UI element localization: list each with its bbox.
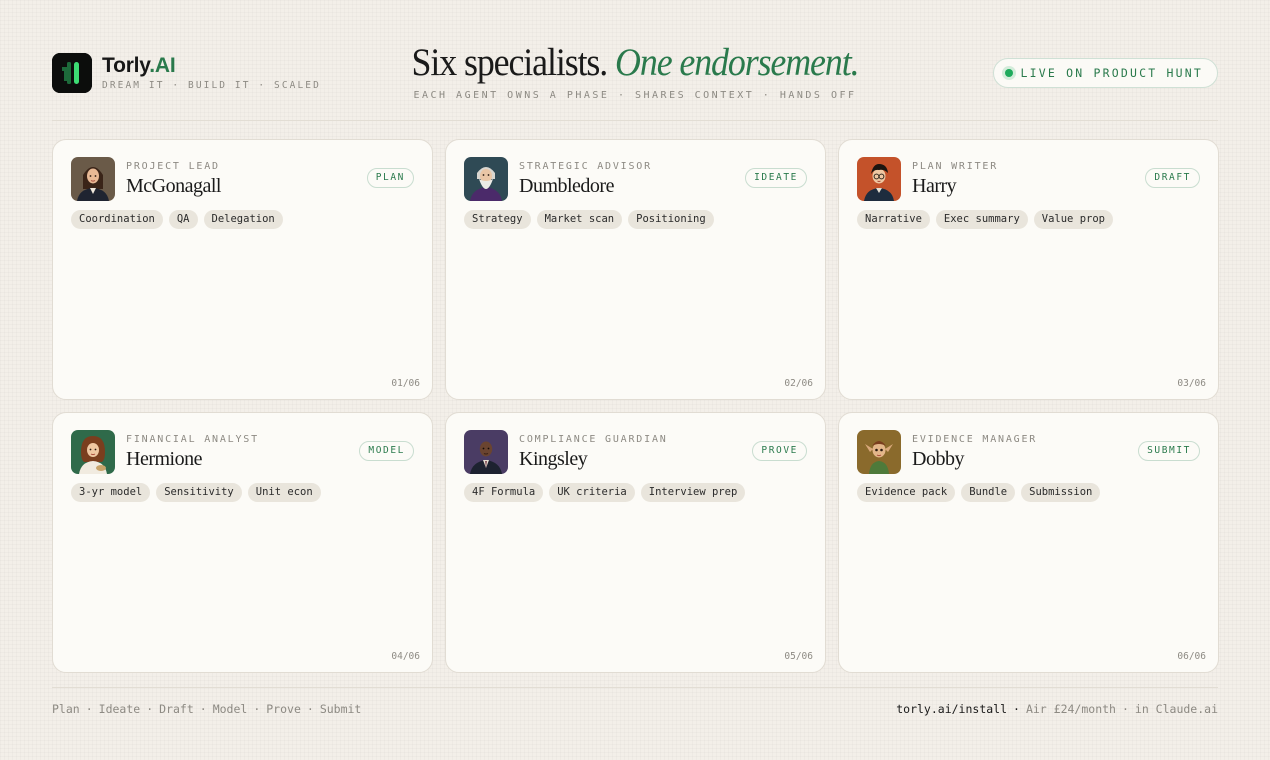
skill-tag: QA	[168, 210, 198, 229]
phase-badge-model: MODEL	[359, 441, 414, 461]
skill-tags: Evidence pack Bundle Submission	[857, 483, 1101, 502]
agent-card-harry[interactable]: PLAN WRITER Harry DRAFT Narrative Exec s…	[838, 139, 1219, 400]
separator: ·	[1121, 702, 1129, 716]
live-status-dot-icon	[1004, 69, 1013, 77]
agent-name: Dobby	[912, 448, 964, 470]
agent-role: STRATEGIC ADVISOR	[519, 161, 652, 172]
skill-tag: Interview prep	[640, 483, 746, 502]
agent-grid: PROJECT LEAD McGonagall PLAN Coordinatio…	[52, 139, 1219, 673]
agent-index: 01/06	[391, 378, 420, 389]
agent-role: PROJECT LEAD	[126, 161, 220, 172]
skill-tag: Delegation	[203, 210, 283, 229]
skill-tag: Market scan	[536, 210, 623, 229]
phase-item: Ideate	[98, 702, 141, 716]
phase-item: Model	[212, 702, 248, 716]
price-text: Air £24/month	[1025, 702, 1116, 716]
skill-tags: Coordination QA Delegation	[71, 210, 283, 229]
hermione-avatar	[71, 430, 115, 474]
separator: ·	[1013, 702, 1020, 716]
skill-tag: Submission	[1021, 483, 1101, 502]
separator: ·	[306, 702, 314, 716]
agent-name: Hermione	[126, 448, 202, 470]
live-badge-label: LIVE ON PRODUCT HUNT	[1020, 66, 1203, 80]
skill-tag: Bundle	[961, 483, 1016, 502]
agent-role: FINANCIAL ANALYST	[126, 434, 259, 445]
phase-badge-ideate: IDEATE	[745, 168, 807, 188]
skill-tag: Value prop	[1033, 210, 1113, 229]
dobby-avatar	[857, 430, 901, 474]
agent-card-hermione[interactable]: FINANCIAL ANALYST Hermione MODEL 3-yr mo…	[52, 412, 433, 673]
agent-index: 06/06	[1177, 651, 1206, 662]
separator: ·	[199, 702, 207, 716]
install-link[interactable]: torly.ai/install	[896, 702, 1007, 716]
skill-tag: Evidence pack	[857, 483, 956, 502]
agent-role: PLAN WRITER	[912, 161, 999, 172]
agent-index: 03/06	[1177, 378, 1206, 389]
agent-role: COMPLIANCE GUARDIAN	[519, 434, 668, 445]
kingsley-avatar	[464, 430, 508, 474]
agent-name: Kingsley	[519, 448, 588, 470]
phase-badge-plan: PLAN	[366, 168, 414, 188]
skill-tag: 4F Formula	[464, 483, 544, 502]
phase-badge-submit: SUBMIT	[1138, 441, 1200, 461]
phase-badge-prove: PROVE	[752, 441, 807, 461]
separator: ·	[85, 702, 93, 716]
install-info: torly.ai/install · Air £24/month · in Cl…	[896, 702, 1218, 716]
skill-tags: 3-yr model Sensitivity Unit econ	[71, 483, 321, 502]
agent-index: 04/06	[391, 651, 420, 662]
agent-index: 02/06	[784, 378, 813, 389]
agent-card-kingsley[interactable]: COMPLIANCE GUARDIAN Kingsley PROVE 4F Fo…	[445, 412, 826, 673]
phase-item: Plan	[52, 702, 80, 716]
skill-tags: 4F Formula UK criteria Interview prep	[464, 483, 746, 502]
phase-item: Draft	[159, 702, 194, 716]
agent-name: Harry	[912, 175, 957, 197]
skill-tag: Coordination	[71, 210, 163, 229]
skill-tag: UK criteria	[549, 483, 635, 502]
phase-list: Plan · Ideate · Draft · Model · Prove · …	[52, 702, 361, 716]
page-footer: Plan · Ideate · Draft · Model · Prove · …	[52, 702, 1218, 718]
separator: ·	[146, 702, 154, 716]
phase-item: Submit	[319, 702, 362, 716]
agent-card-mcgonagall[interactable]: PROJECT LEAD McGonagall PLAN Coordinatio…	[52, 139, 433, 400]
footer-divider	[52, 687, 1218, 688]
phase-item: Prove	[266, 702, 301, 716]
dumbledore-avatar	[464, 157, 508, 201]
agent-index: 05/06	[784, 651, 813, 662]
skill-tag: Sensitivity	[156, 483, 242, 502]
skill-tags: Strategy Market scan Positioning	[464, 210, 714, 229]
phase-badge-draft: DRAFT	[1145, 168, 1200, 188]
mcgonagall-avatar	[71, 157, 115, 201]
page-subtitle: EACH AGENT OWNS A PHASE · SHARES CONTEXT…	[413, 90, 857, 101]
header-divider	[52, 120, 1218, 121]
skill-tag: 3-yr model	[71, 483, 151, 502]
skill-tag: Strategy	[464, 210, 531, 229]
platform-text: in Claude.ai	[1134, 702, 1218, 716]
skill-tags: Narrative Exec summary Value prop	[857, 210, 1113, 229]
skill-tag: Exec summary	[935, 210, 1028, 229]
agent-name: Dumbledore	[519, 175, 614, 197]
skill-tag: Narrative	[857, 210, 930, 229]
harry-avatar	[857, 157, 901, 201]
agent-card-dobby[interactable]: EVIDENCE MANAGER Dobby SUBMIT Evidence p…	[838, 412, 1219, 673]
page-header: Torly.AI DREAM IT · BUILD IT · SCALED Si…	[52, 40, 1218, 110]
skill-tag: Unit econ	[247, 483, 321, 502]
live-on-product-hunt-badge[interactable]: LIVE ON PRODUCT HUNT	[992, 58, 1218, 88]
agent-card-dumbledore[interactable]: STRATEGIC ADVISOR Dumbledore IDEATE Stra…	[445, 139, 826, 400]
skill-tag: Positioning	[628, 210, 714, 229]
agent-role: EVIDENCE MANAGER	[912, 434, 1038, 445]
agent-name: McGonagall	[126, 175, 221, 197]
separator: ·	[253, 702, 261, 716]
